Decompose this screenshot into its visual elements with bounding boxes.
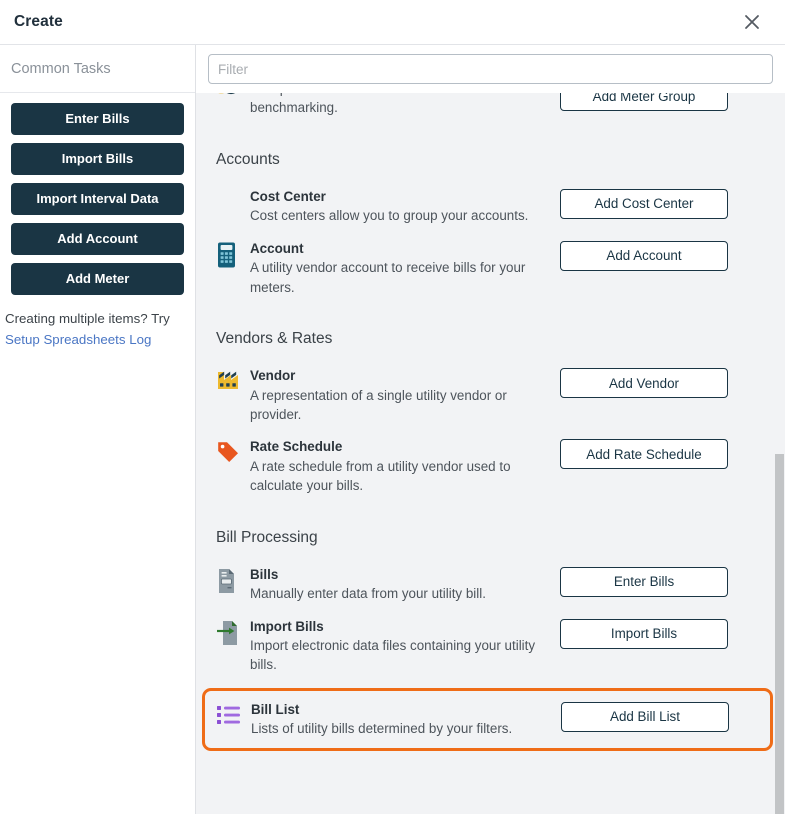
list-item-text: Bills Manually enter data from your util… — [250, 565, 560, 604]
add-account-button[interactable]: Add Account — [560, 240, 728, 271]
list-item: Rate Schedule A rate schedule from a uti… — [216, 431, 773, 502]
list-item-name: Account — [250, 240, 304, 256]
list-item-description: A utility vendor account to receive bill… — [250, 260, 526, 295]
sidebar-item-enter-bills[interactable]: Enter Bills — [11, 103, 184, 135]
meter-group-icon — [216, 93, 250, 104]
section-title-accounts: Accounts — [216, 150, 280, 168]
section-meters-partial: Group meters that share characteristics … — [196, 93, 773, 125]
list-item-name: Cost Center — [250, 188, 326, 204]
add-bill-list-button[interactable]: Add Bill List — [561, 701, 729, 732]
filter-bar — [196, 45, 785, 93]
list-item-text: Account A utility vendor account to rece… — [250, 239, 560, 297]
section-vendors-rates: Vendors & Rates Vendor A representation … — [196, 304, 773, 503]
list-item-action: Enter Bills — [560, 565, 728, 597]
list-item-description: Cost centers allow you to group your acc… — [250, 208, 529, 224]
add-cost-center-button[interactable]: Add Cost Center — [560, 188, 728, 219]
tag-icon — [216, 437, 250, 464]
sidebar-item-add-account[interactable]: Add Account — [11, 223, 184, 255]
dialog-header: Create — [0, 0, 785, 45]
sidebar-note: Creating multiple items? Try Setup Sprea… — [0, 303, 195, 350]
list-item: Cost Center Cost centers allow you to gr… — [216, 181, 773, 233]
list-item-text: Cost Center Cost centers allow you to gr… — [250, 187, 560, 226]
add-vendor-button[interactable]: Add Vendor — [560, 368, 728, 399]
factory-icon — [216, 366, 250, 393]
sidebar-item-import-bills[interactable]: Import Bills — [11, 143, 184, 175]
create-dialog: Create Common Tasks Enter Bills Import B… — [0, 0, 785, 814]
section-accounts: Accounts Cost Center Cost centers allow … — [196, 125, 773, 304]
enter-bills-button[interactable]: Enter Bills — [560, 566, 728, 597]
list-item-bill-list-highlighted[interactable]: Bill List Lists of utility bills determi… — [202, 687, 773, 751]
add-rate-schedule-button[interactable]: Add Rate Schedule — [560, 439, 728, 470]
list-item-description: Import electronic data files containing … — [250, 638, 536, 673]
document-icon — [216, 565, 250, 594]
list-item: Bills Manually enter data from your util… — [216, 559, 773, 611]
page-title: Create — [14, 13, 63, 30]
list-item-name: Import Bills — [250, 618, 324, 634]
tasks-scroll-area[interactable]: Group meters that share characteristics … — [196, 93, 785, 814]
list-item: Import Bills Import electronic data file… — [216, 611, 773, 682]
sidebar: Common Tasks Enter Bills Import Bills Im… — [0, 45, 196, 814]
section-bill-processing: Bill Processing Bills Manually enter dat… — [196, 503, 773, 751]
list-item: Account A utility vendor account to rece… — [216, 233, 773, 304]
scrollbar-thumb[interactable] — [775, 453, 784, 814]
tasks-content: Group meters that share characteristics … — [196, 93, 773, 751]
list-item-description: Group meters that share characteristics … — [250, 93, 504, 116]
sidebar-note-text: Creating multiple items? Try — [5, 311, 170, 326]
list-item-name: Bill List — [251, 701, 300, 717]
sidebar-task-buttons: Enter Bills Import Bills Import Interval… — [0, 93, 195, 303]
section-title-bill-processing: Bill Processing — [216, 528, 318, 546]
list-item-name: Bills — [250, 566, 279, 582]
scrollbar[interactable] — [773, 93, 785, 814]
list-item: Group meters that share characteristics … — [216, 93, 773, 125]
list-item-action: Add Meter Group — [560, 93, 728, 111]
sidebar-item-add-meter[interactable]: Add Meter — [11, 263, 184, 295]
list-item-action: Add Rate Schedule — [560, 437, 728, 470]
close-icon[interactable] — [737, 7, 767, 37]
cost-center-icon — [216, 187, 250, 190]
list-item-text: Bill List Lists of utility bills determi… — [251, 700, 561, 739]
list-item-action: Import Bills — [560, 617, 728, 649]
list-item-action: Add Vendor — [560, 366, 728, 399]
list-icon — [217, 700, 251, 726]
dialog-body: Common Tasks Enter Bills Import Bills Im… — [0, 45, 785, 814]
search-input[interactable] — [208, 54, 773, 84]
list-item-text: Vendor A representation of a single util… — [250, 366, 560, 424]
list-item-action: Add Account — [560, 239, 728, 271]
setup-spreadsheets-log-link[interactable]: Setup Spreadsheets Log — [5, 330, 151, 351]
sidebar-heading: Common Tasks — [0, 45, 195, 93]
list-item: Vendor A representation of a single util… — [216, 360, 773, 431]
list-item-name: Vendor — [250, 368, 296, 384]
list-item-description: A rate schedule from a utility vendor us… — [250, 458, 511, 494]
add-meter-group-button[interactable]: Add Meter Group — [560, 93, 728, 111]
list-item-action: Add Cost Center — [560, 187, 728, 219]
list-item-text: Rate Schedule A rate schedule from a uti… — [250, 437, 560, 495]
list-item-description: Lists of utility bills determined by you… — [251, 721, 513, 737]
list-item-description: A representation of a single utility ven… — [250, 387, 507, 422]
main-panel: Group meters that share characteristics … — [196, 45, 785, 814]
list-item-text: Group meters that share characteristics … — [250, 93, 560, 118]
import-bills-button[interactable]: Import Bills — [560, 618, 728, 649]
sidebar-item-import-interval-data[interactable]: Import Interval Data — [11, 183, 184, 215]
list-item-action: Add Bill List — [561, 700, 729, 732]
section-title-vendors-rates: Vendors & Rates — [216, 330, 333, 348]
list-item-description: Manually enter data from your utility bi… — [250, 586, 486, 602]
calculator-icon — [216, 239, 250, 268]
list-item-name: Rate Schedule — [250, 439, 343, 455]
import-document-icon — [216, 617, 250, 646]
list-item-text: Import Bills Import electronic data file… — [250, 617, 560, 675]
